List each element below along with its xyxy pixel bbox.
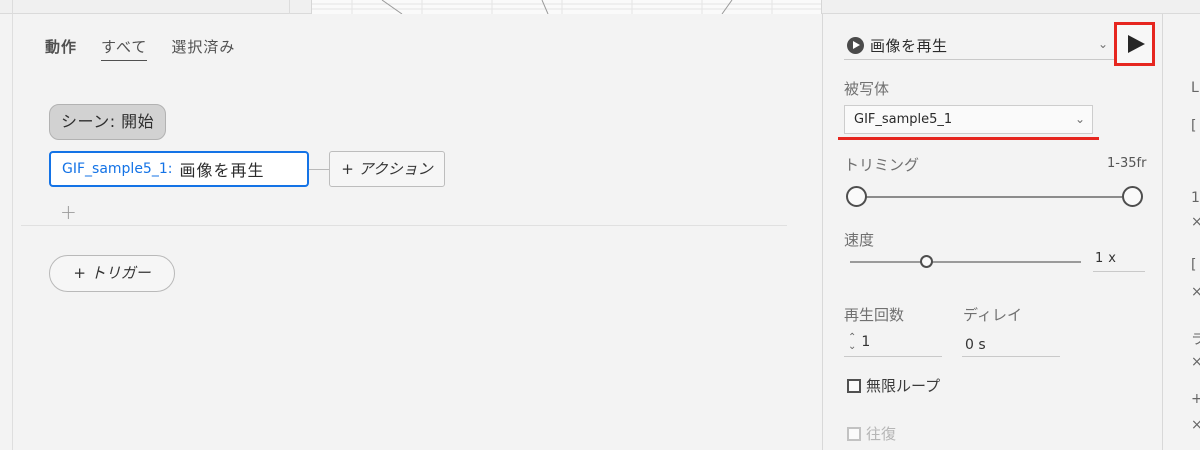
action-target: GIF_sample5_1 <box>62 161 168 177</box>
trimming-end-handle[interactable] <box>1122 186 1143 207</box>
delay-label: ディレイ <box>963 306 1022 324</box>
properties-panel: 画像を再生 ⌄ 被写体 GIF_sample5_1 ⌄ トリミング 1-35fr… <box>822 14 1162 450</box>
stepper-arrows-icon[interactable]: ⌃ ⌄ <box>848 333 856 352</box>
edge-fragment: + <box>1191 391 1200 407</box>
edge-fragment: × <box>1191 417 1200 433</box>
speed-input[interactable]: 1x <box>1093 251 1145 272</box>
trimming-slider-track <box>866 196 1122 198</box>
action-type-label: 画像を再生 <box>870 36 948 55</box>
add-item-button[interactable]: + <box>60 200 77 224</box>
canvas-grid <box>312 0 821 14</box>
trimming-range: 1-35fr <box>1107 156 1147 171</box>
action-separator: : <box>167 161 173 177</box>
speed-unit: x <box>1108 251 1116 266</box>
add-trigger-button[interactable]: + トリガー <box>49 255 175 292</box>
speed-slider-handle[interactable] <box>920 255 934 268</box>
infinite-loop-label: 無限ループ <box>866 377 941 395</box>
repeat-value: 1 <box>861 334 871 350</box>
canvas-preview-edge <box>311 0 822 14</box>
edge-fragment: × <box>1191 214 1200 230</box>
chevron-down-icon: ⌄ <box>1074 112 1085 126</box>
checkbox-icon[interactable] <box>847 378 861 393</box>
divider <box>21 225 787 226</box>
edge-fragment: [ <box>1191 257 1197 273</box>
speed-label: 速度 <box>844 231 875 249</box>
edge-fragment: ラ <box>1191 332 1200 348</box>
repeat-underline <box>844 356 942 357</box>
round-trip-row: 往復 <box>847 423 896 444</box>
subject-value: GIF_sample5_1 <box>854 112 953 127</box>
edge-fragment: [ <box>1191 118 1197 134</box>
action-type-select[interactable]: 画像を再生 ⌄ <box>844 31 1114 60</box>
checkbox-icon <box>847 426 861 441</box>
repeat-label: 再生回数 <box>844 306 905 324</box>
scene-start-chip[interactable]: シーン: 開始 <box>49 104 167 140</box>
play-preview-button[interactable] <box>1114 22 1155 66</box>
speed-slider-track <box>850 261 1081 263</box>
delay-underline <box>962 356 1060 357</box>
delay-input[interactable]: 0 s <box>965 337 986 353</box>
trimming-label: トリミング <box>844 156 920 174</box>
round-trip-label: 往復 <box>866 425 897 443</box>
infinite-loop-row[interactable]: 無限ループ <box>847 375 940 396</box>
tab-all[interactable]: すべて <box>101 36 148 61</box>
repeat-stepper[interactable]: ⌃ ⌄ 1 <box>848 333 871 352</box>
highlight-underline <box>838 137 1099 140</box>
filter-tabs: 動作 すべて 選択済み <box>45 36 235 61</box>
speed-value: 1 <box>1095 251 1104 266</box>
action-connector <box>309 169 329 170</box>
edge-fragment: × <box>1191 354 1200 370</box>
play-icon <box>1127 35 1145 53</box>
interactions-panel: 動作 すべて 選択済み シーン: 開始 GIF_sample5_1 : 画像を再… <box>12 14 822 450</box>
top-divider <box>12 0 13 14</box>
tab-selected[interactable]: 選択済み <box>171 36 235 61</box>
chevron-down-icon: ⌄ <box>1097 37 1108 51</box>
trimming-start-handle[interactable] <box>846 186 867 207</box>
edge-fragment: L <box>1191 80 1199 96</box>
subject-select[interactable]: GIF_sample5_1 ⌄ <box>844 105 1093 134</box>
action-name: 画像を再生 <box>179 161 265 180</box>
tab-actions[interactable]: 動作 <box>45 36 77 61</box>
edge-fragment: 1 <box>1191 190 1200 206</box>
edge-fragment: × <box>1191 284 1200 300</box>
add-action-button[interactable]: + アクション <box>329 151 445 187</box>
top-strip <box>0 0 1200 14</box>
subject-label: 被写体 <box>844 80 890 98</box>
adjacent-panel-edge: L [ 1 × [ × ラ × + × <box>1162 14 1200 450</box>
play-circle-icon <box>847 36 864 54</box>
action-item[interactable]: GIF_sample5_1 : 画像を再生 <box>49 151 309 187</box>
top-divider <box>289 0 290 14</box>
